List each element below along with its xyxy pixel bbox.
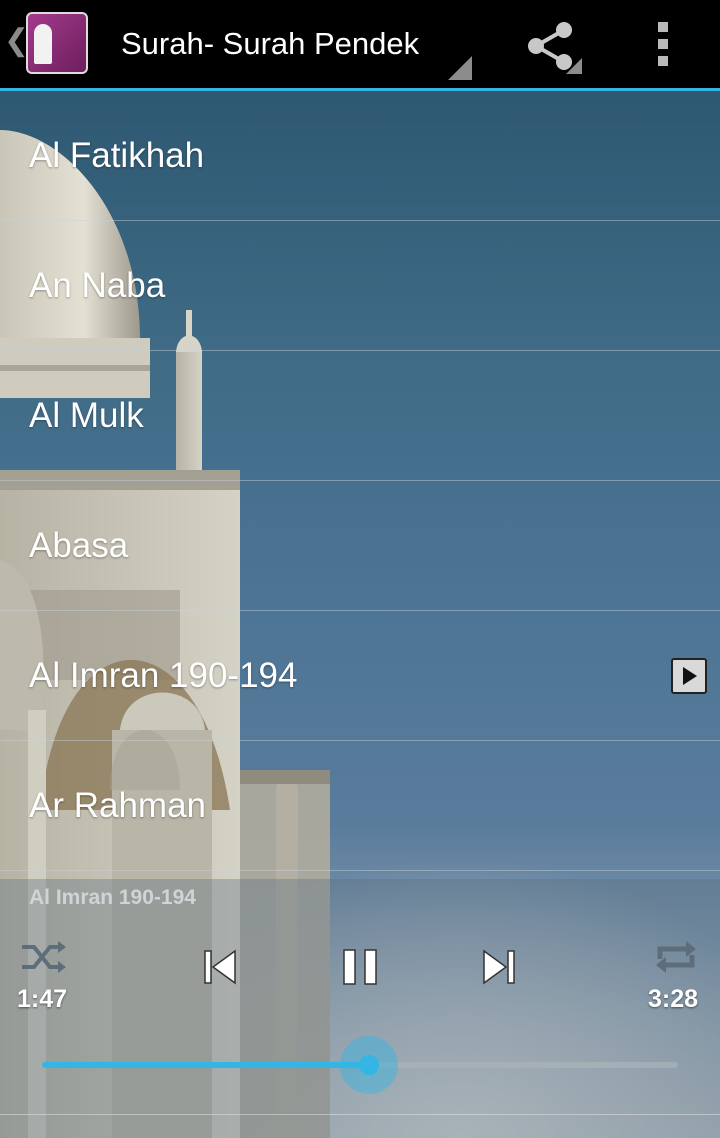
list-item[interactable]: Al Fatikhah <box>0 91 720 221</box>
elapsed-time: 1:47 <box>17 985 68 1013</box>
share-dropdown-indicator-icon <box>566 58 582 74</box>
list-item[interactable]: An Naba <box>0 221 720 351</box>
surah-label: Ar Rahman <box>29 786 207 825</box>
surah-label: Al Imran 190-194 <box>29 656 298 695</box>
seek-bar[interactable] <box>42 1036 678 1094</box>
next-icon[interactable] <box>480 947 518 987</box>
pause-icon[interactable] <box>340 947 380 987</box>
player-panel: Al Imran 190-194 1:47 3:28 <box>0 879 720 1138</box>
previous-icon[interactable] <box>201 947 239 987</box>
list-item[interactable]: Al Imran 190-194 <box>0 611 720 741</box>
total-time: 3:28 <box>648 985 699 1013</box>
surah-label: Al Mulk <box>29 396 144 435</box>
list-item[interactable]: Abasa <box>0 481 720 611</box>
shuffle-icon[interactable] <box>20 937 68 977</box>
surah-label: Abasa <box>29 526 129 565</box>
surah-label: An Naba <box>29 266 166 305</box>
list-item[interactable]: Al Mulk <box>0 351 720 481</box>
app-title[interactable]: Surah- Surah Pendek <box>121 24 419 64</box>
more-vertical-icon[interactable] <box>648 16 678 72</box>
seek-bar-progress <box>42 1062 370 1068</box>
player-divider <box>0 1114 720 1115</box>
action-bar: ❮ Surah- Surah Pendek <box>0 0 720 91</box>
app-logo[interactable] <box>26 12 88 74</box>
list-item[interactable]: Ar Rahman <box>0 741 720 871</box>
now-playing-title: Al Imran 190-194 <box>29 886 196 909</box>
dropdown-indicator-icon[interactable] <box>448 56 472 80</box>
seek-bar-thumb[interactable] <box>340 1036 399 1094</box>
surah-label: Al Fatikhah <box>29 136 205 175</box>
surah-list: Al Fatikhah An Naba Al Mulk Abasa Al Imr… <box>0 91 720 871</box>
repeat-icon[interactable] <box>652 937 700 977</box>
now-playing-indicator-icon[interactable] <box>671 658 707 694</box>
